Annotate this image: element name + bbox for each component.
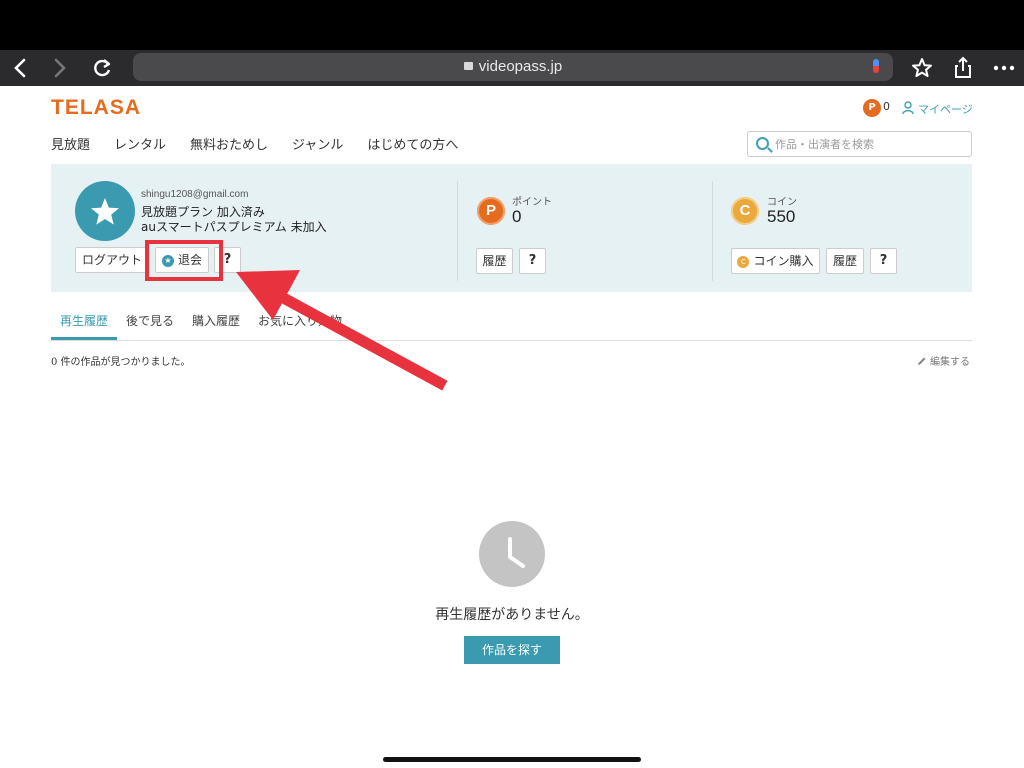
star-icon[interactable] bbox=[904, 50, 940, 86]
points-help-button[interactable]: ? bbox=[519, 248, 546, 274]
empty-message: 再生履歴がありません。 bbox=[435, 607, 589, 623]
pencil-icon bbox=[918, 357, 926, 365]
lock-icon bbox=[463, 62, 473, 70]
edit-button[interactable]: 編集する bbox=[917, 353, 970, 368]
result-count: 0 件の作品が見つかりました。 bbox=[51, 357, 191, 368]
points-icon: P bbox=[863, 99, 881, 117]
home-indicator bbox=[383, 757, 641, 762]
coins-history-button[interactable]: 履歴 bbox=[826, 248, 864, 274]
avatar bbox=[75, 181, 135, 241]
plan-status-line2: auスマートパスプレミアム 未加入 bbox=[141, 220, 327, 234]
address-bar[interactable]: videopass.jp bbox=[133, 53, 893, 81]
nav-item-beginners[interactable]: はじめての方へ bbox=[367, 134, 458, 154]
telasa-logo[interactable]: TELASA bbox=[51, 96, 141, 120]
coins-label: コイン bbox=[767, 197, 797, 208]
points-value: 0 bbox=[512, 207, 522, 226]
clock-icon bbox=[479, 521, 545, 587]
nav-item-unlimited[interactable]: 見放題 bbox=[51, 134, 90, 154]
search-input[interactable] bbox=[775, 135, 965, 153]
mypage-link[interactable]: マイページ bbox=[902, 99, 973, 117]
coin-small-icon: C bbox=[737, 256, 750, 268]
points-history-button[interactable]: 履歴 bbox=[476, 248, 513, 274]
microphone-icon[interactable] bbox=[873, 59, 879, 73]
nav-item-rental[interactable]: レンタル bbox=[114, 134, 166, 154]
more-icon[interactable] bbox=[986, 50, 1022, 86]
panel-divider bbox=[457, 181, 458, 281]
point-coin-icon: P bbox=[477, 197, 505, 225]
coins-help-button[interactable]: ? bbox=[870, 248, 897, 274]
forward-icon[interactable] bbox=[42, 50, 78, 86]
search-icon[interactable] bbox=[756, 137, 769, 150]
account-email: shingu1208@gmail.com bbox=[141, 189, 249, 200]
edit-label: 編集する bbox=[930, 357, 970, 368]
highlight-box bbox=[145, 240, 223, 281]
url-text: videopass.jp bbox=[478, 58, 563, 75]
find-works-button[interactable]: 作品を探す bbox=[464, 636, 560, 664]
person-icon bbox=[902, 101, 914, 115]
nav-item-free-trial[interactable]: 無料おためし bbox=[190, 134, 268, 154]
header-points-value: 0 bbox=[883, 100, 890, 113]
share-icon[interactable] bbox=[945, 50, 981, 86]
status-bar bbox=[0, 0, 1024, 50]
buy-coins-label: コイン購入 bbox=[753, 254, 814, 268]
star-icon bbox=[91, 198, 119, 225]
reload-icon[interactable] bbox=[84, 50, 120, 86]
history-tabs: 再生履歴 後で見る 購入履歴 お気に入り人物 bbox=[51, 312, 351, 340]
buy-coins-button[interactable]: C コイン購入 bbox=[731, 248, 820, 274]
tab-play-history[interactable]: 再生履歴 bbox=[51, 312, 118, 340]
points-label: ポイント bbox=[512, 197, 552, 208]
logout-button[interactable]: ログアウト bbox=[75, 247, 149, 273]
search-box bbox=[747, 131, 972, 157]
nav-item-genre[interactable]: ジャンル bbox=[292, 134, 343, 154]
tab-favorite-people[interactable]: お気に入り人物 bbox=[249, 312, 351, 340]
tab-watch-later[interactable]: 後で見る bbox=[117, 312, 183, 340]
main-nav: 見放題 レンタル 無料おためし ジャンル はじめての方へ bbox=[51, 134, 482, 154]
tabs-divider bbox=[51, 340, 972, 341]
coins-value: 550 bbox=[767, 207, 796, 226]
mypage-label: マイページ bbox=[918, 103, 973, 116]
tab-purchase-history[interactable]: 購入履歴 bbox=[183, 312, 249, 340]
coin-icon: C bbox=[731, 197, 759, 225]
panel-divider bbox=[712, 181, 713, 281]
back-icon[interactable] bbox=[2, 50, 38, 86]
